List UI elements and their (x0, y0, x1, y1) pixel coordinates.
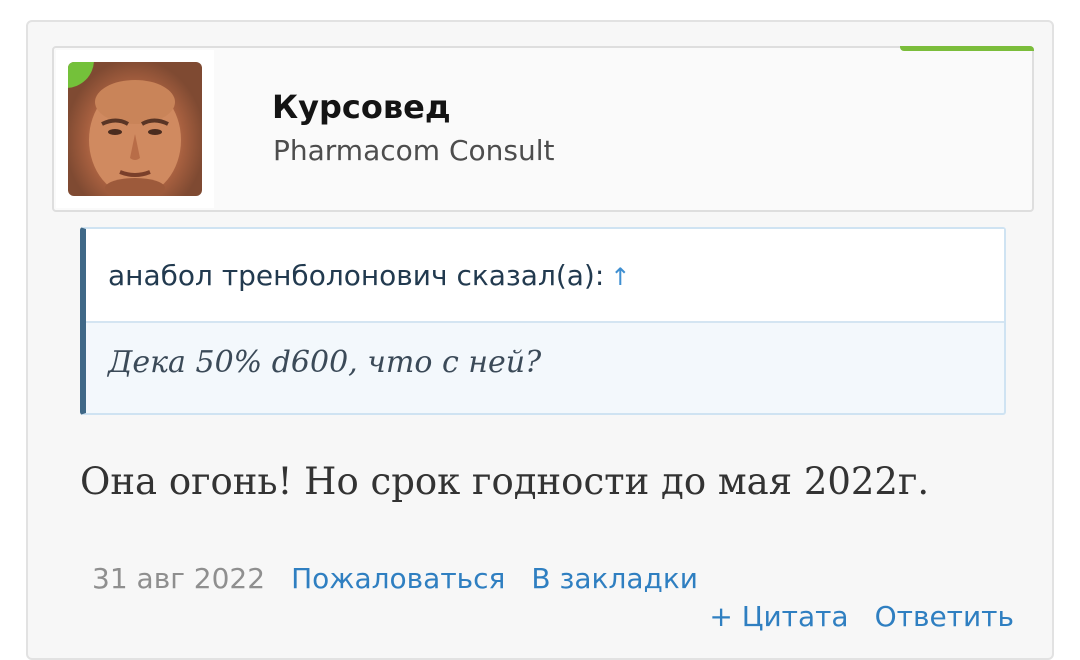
bookmark-link[interactable]: В закладки (531, 562, 698, 595)
user-card: Курсовед Pharmacom Consult (52, 46, 1034, 212)
quote-text: Дека 50% d600, что с ней? (108, 345, 542, 380)
post-actions: + Цитата Ответить (709, 600, 1014, 633)
user-card-accent (900, 46, 1034, 51)
post-meta: 31 авг 2022 Пожаловаться В закладки (92, 562, 724, 595)
quote-author: анабол тренболонович сказал(а): (108, 259, 605, 292)
avatar-face-icon (89, 80, 181, 196)
avatar[interactable] (68, 62, 202, 196)
quote-block: анабол тренболонович сказал(а): ↑ Дека 50… (80, 227, 1006, 415)
avatar-frame (56, 50, 214, 208)
message-body: Она огонь! Но срок годности до мая 2022г… (80, 460, 930, 503)
post-date[interactable]: 31 авг 2022 (92, 562, 265, 595)
report-link[interactable]: Пожаловаться (291, 562, 505, 595)
reply-button[interactable]: Ответить (875, 600, 1014, 633)
username[interactable]: Курсовед (272, 88, 451, 126)
forum-post: Курсовед Pharmacom Consult анабол тренбо… (26, 20, 1054, 660)
quote-header: анабол тренболонович сказал(а): ↑ (86, 229, 1004, 323)
jump-to-quote-icon[interactable]: ↑ (610, 263, 630, 291)
quote-button[interactable]: + Цитата (709, 600, 848, 633)
user-title: Pharmacom Consult (273, 134, 555, 167)
quote-author-line: анабол тренболонович сказал(а): ↑ (108, 259, 630, 292)
